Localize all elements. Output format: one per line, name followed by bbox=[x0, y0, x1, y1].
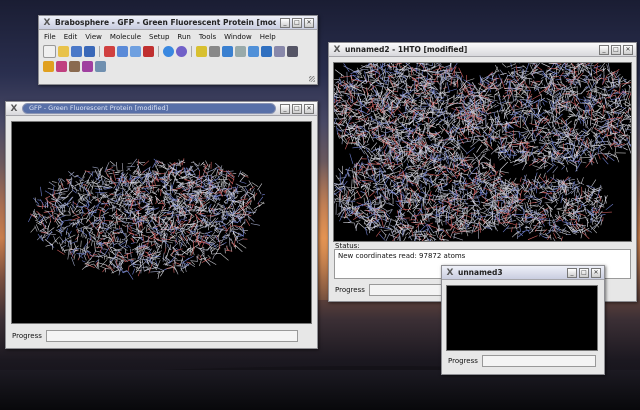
view-icon[interactable] bbox=[222, 46, 233, 57]
close-button[interactable]: ✕ bbox=[304, 17, 314, 28]
unnamed3-progress-row: Progress bbox=[448, 355, 596, 367]
unnamed3-titlebar[interactable]: X unnamed3 _ □ ✕ bbox=[442, 266, 604, 280]
progress-bar bbox=[481, 355, 596, 367]
menu-molecule[interactable]: Molecule bbox=[110, 33, 141, 41]
progress-bar bbox=[368, 284, 451, 296]
resize-grip[interactable] bbox=[309, 76, 315, 82]
measure-icon[interactable] bbox=[274, 46, 285, 57]
menu-tools[interactable]: Tools bbox=[199, 33, 216, 41]
x-logo-icon: X bbox=[333, 44, 341, 55]
stop-icon[interactable] bbox=[209, 46, 220, 57]
new-icon[interactable] bbox=[43, 45, 56, 58]
toolbar-separator bbox=[158, 46, 159, 57]
desktop-horizon bbox=[0, 370, 640, 410]
save-all-icon[interactable] bbox=[84, 46, 95, 57]
toolbar-separator bbox=[99, 46, 100, 57]
main-window-title: Brabosphere - GFP - Green Fluorescent Pr… bbox=[55, 18, 276, 27]
x-logo-icon: X bbox=[446, 267, 454, 278]
unnamed2-window-title: unnamed2 - 1HTO [modified] bbox=[345, 45, 468, 54]
export-icon[interactable] bbox=[95, 61, 106, 72]
progress-bar bbox=[45, 330, 298, 342]
x-logo-icon: X bbox=[10, 103, 18, 114]
x-logo-icon: X bbox=[43, 17, 51, 28]
cut-icon[interactable] bbox=[104, 46, 115, 57]
menu-file[interactable]: File bbox=[44, 33, 56, 41]
gfp-window-title: GFP - Green Fluorescent Protein [modifie… bbox=[22, 103, 276, 114]
settings-icon[interactable] bbox=[176, 46, 187, 57]
info-icon[interactable] bbox=[163, 46, 174, 57]
unnamed2-molecule-render bbox=[334, 63, 631, 241]
menu-run[interactable]: Run bbox=[177, 33, 190, 41]
menubar: File Edit View Molecule Setup Run Tools … bbox=[39, 30, 317, 44]
progress-label: Progress bbox=[448, 357, 478, 365]
atom-icon[interactable] bbox=[287, 46, 298, 57]
toolbar-row-2 bbox=[39, 59, 317, 74]
progress-label: Progress bbox=[335, 286, 365, 294]
unnamed3-window-title: unnamed3 bbox=[458, 268, 503, 277]
maximize-button[interactable]: □ bbox=[292, 103, 302, 114]
menu-window[interactable]: Window bbox=[224, 33, 252, 41]
status-message: New coordinates read: 97872 atoms bbox=[338, 252, 466, 260]
progress-label: Progress bbox=[12, 332, 42, 340]
select-icon[interactable] bbox=[43, 61, 54, 72]
tool-icon[interactable] bbox=[69, 61, 80, 72]
maximize-button[interactable]: □ bbox=[611, 44, 621, 55]
toolbar-separator bbox=[191, 46, 192, 57]
render-icon[interactable] bbox=[261, 46, 272, 57]
main-window: X Brabosphere - GFP - Green Fluorescent … bbox=[38, 15, 318, 85]
unnamed3-window: X unnamed3 _ □ ✕ Progress bbox=[441, 265, 605, 375]
camera-icon[interactable] bbox=[235, 46, 246, 57]
toolbar-row-1 bbox=[39, 44, 317, 59]
flag-icon[interactable] bbox=[82, 61, 93, 72]
grid-icon[interactable] bbox=[248, 46, 259, 57]
minimize-button[interactable]: _ bbox=[280, 103, 290, 114]
minimize-button[interactable]: _ bbox=[599, 44, 609, 55]
delete-icon[interactable] bbox=[143, 46, 154, 57]
main-titlebar[interactable]: X Brabosphere - GFP - Green Fluorescent … bbox=[39, 16, 317, 30]
unnamed2-window: X unnamed2 - 1HTO [modified] _ □ ✕ Statu… bbox=[328, 42, 637, 302]
menu-setup[interactable]: Setup bbox=[149, 33, 169, 41]
minimize-button[interactable]: _ bbox=[280, 17, 290, 28]
gfp-molecule-viewport[interactable] bbox=[11, 121, 312, 324]
save-icon[interactable] bbox=[71, 46, 82, 57]
close-button[interactable]: ✕ bbox=[623, 44, 633, 55]
paste-icon[interactable] bbox=[130, 46, 141, 57]
unnamed2-molecule-viewport[interactable] bbox=[333, 62, 632, 242]
unnamed3-molecule-viewport[interactable] bbox=[446, 285, 598, 351]
minimize-button[interactable]: _ bbox=[567, 267, 577, 278]
unnamed2-titlebar[interactable]: X unnamed2 - 1HTO [modified] _ □ ✕ bbox=[329, 43, 636, 57]
menu-view[interactable]: View bbox=[85, 33, 102, 41]
brush-icon[interactable] bbox=[56, 61, 67, 72]
copy-icon[interactable] bbox=[117, 46, 128, 57]
menu-edit[interactable]: Edit bbox=[64, 33, 78, 41]
menu-help[interactable]: Help bbox=[260, 33, 276, 41]
gfp-progress-row: Progress bbox=[12, 330, 298, 342]
close-button[interactable]: ✕ bbox=[591, 267, 601, 278]
gfp-molecule-render bbox=[28, 158, 265, 280]
unnamed2-progress-row: Progress bbox=[335, 284, 451, 296]
maximize-button[interactable]: □ bbox=[579, 267, 589, 278]
gfp-window: X GFP - Green Fluorescent Protein [modif… bbox=[5, 101, 318, 349]
close-button[interactable]: ✕ bbox=[304, 103, 314, 114]
gfp-titlebar[interactable]: X GFP - Green Fluorescent Protein [modif… bbox=[6, 102, 317, 116]
run-icon[interactable] bbox=[196, 46, 207, 57]
open-icon[interactable] bbox=[58, 46, 69, 57]
maximize-button[interactable]: □ bbox=[292, 17, 302, 28]
